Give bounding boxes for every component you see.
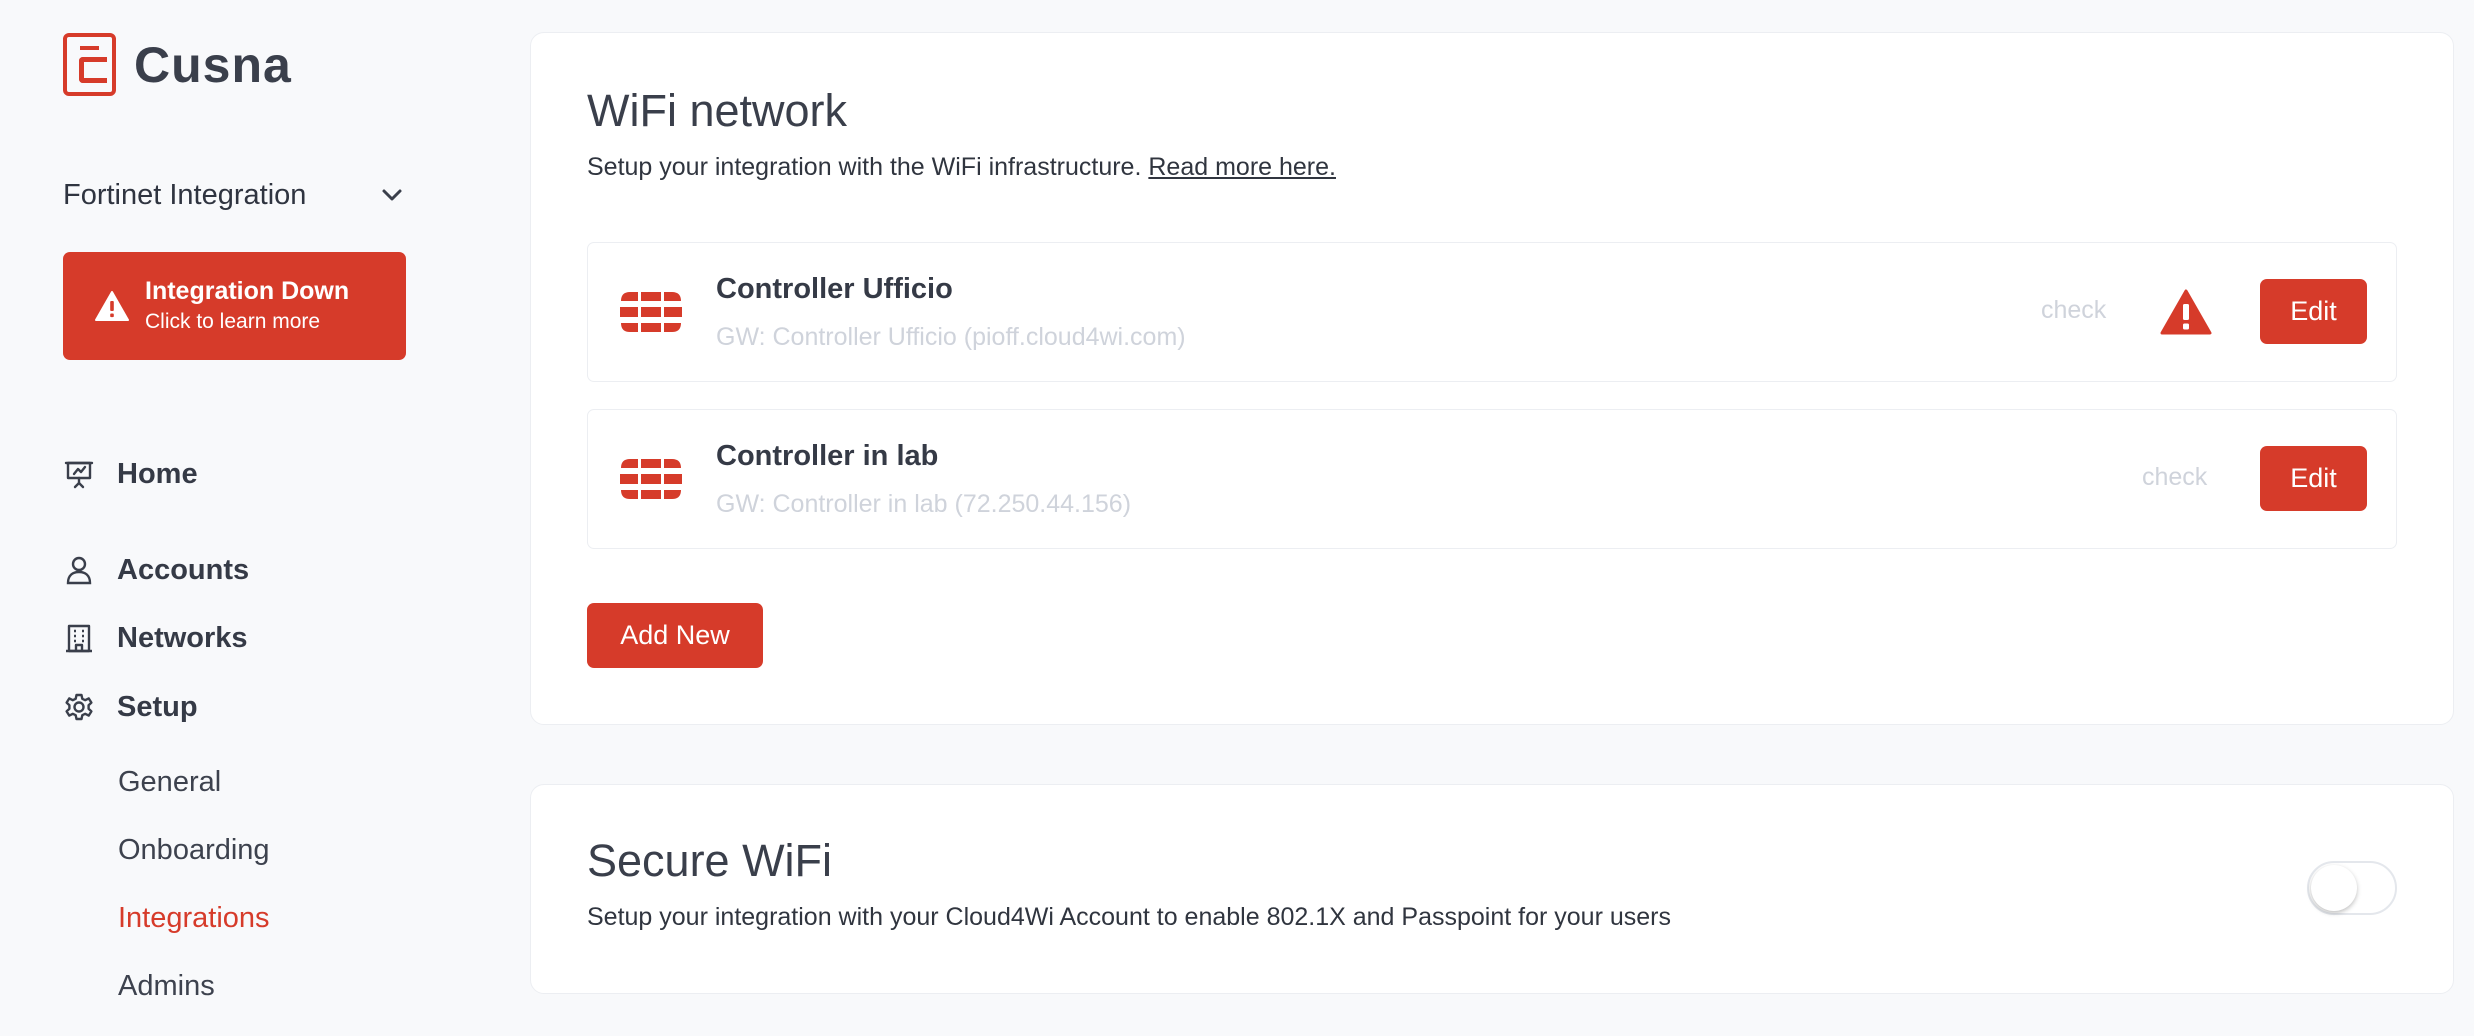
nav-item-accounts[interactable]: Accounts xyxy=(63,548,249,592)
check-link[interactable]: check xyxy=(2041,296,2106,325)
read-more-link[interactable]: Read more here. xyxy=(1148,153,1336,181)
integration-selector[interactable]: Fortinet Integration xyxy=(63,172,403,218)
building-icon xyxy=(63,622,95,654)
cusna-logo-icon xyxy=(63,33,116,96)
gear-icon xyxy=(63,691,95,723)
integration-down-alert[interactable]: Integration Down Click to learn more xyxy=(63,252,406,360)
wifi-card-description-text: Setup your integration with the WiFi inf… xyxy=(587,153,1142,181)
nav-item-home[interactable]: Home xyxy=(63,452,198,496)
controller-row: Controller Ufficio GW: Controller Uffici… xyxy=(587,242,2397,382)
user-icon xyxy=(63,554,95,586)
presentation-board-icon xyxy=(63,458,95,490)
edit-button[interactable]: Edit xyxy=(2260,279,2367,344)
sub-item-onboarding[interactable]: Onboarding xyxy=(118,830,270,870)
nav-label-accounts: Accounts xyxy=(117,553,250,586)
sub-item-admins[interactable]: Admins xyxy=(118,966,215,1006)
brand-logo[interactable]: Cusna xyxy=(63,33,292,96)
fortinet-logo-icon xyxy=(620,459,682,499)
nav-label-networks: Networks xyxy=(117,621,248,654)
wifi-card-title: WiFi network xyxy=(587,85,848,136)
warning-icon xyxy=(95,291,129,321)
secure-wifi-card: Secure WiFi Setup your integration with … xyxy=(530,784,2454,994)
wifi-network-card: WiFi network Setup your integration with… xyxy=(530,32,2454,725)
nav-item-setup[interactable]: Setup xyxy=(63,685,198,729)
secure-wifi-toggle[interactable] xyxy=(2307,861,2397,915)
warning-icon xyxy=(2160,289,2212,335)
nav-label-home: Home xyxy=(117,457,198,490)
brand-name: Cusna xyxy=(134,36,292,93)
check-link[interactable]: check xyxy=(2142,463,2207,492)
sub-item-integrations[interactable]: Integrations xyxy=(118,898,270,938)
chevron-down-icon xyxy=(381,188,403,202)
secure-card-description: Setup your integration with your Cloud4W… xyxy=(587,903,1671,931)
add-new-button[interactable]: Add New xyxy=(587,603,763,668)
toggle-knob xyxy=(2311,865,2357,911)
alert-title: Integration Down xyxy=(145,277,350,305)
nav-label-setup: Setup xyxy=(117,690,198,723)
alert-subtitle: Click to learn more xyxy=(145,310,321,333)
edit-button[interactable]: Edit xyxy=(2260,446,2367,511)
integration-selector-label: Fortinet Integration xyxy=(63,178,307,211)
controller-row: Controller in lab GW: Controller in lab … xyxy=(587,409,2397,549)
controller-name: Controller Ufficio xyxy=(716,273,953,305)
secure-card-title: Secure WiFi xyxy=(587,835,833,886)
wifi-card-description: Setup your integration with the WiFi inf… xyxy=(587,153,1336,182)
nav-item-networks[interactable]: Networks xyxy=(63,616,248,660)
sidebar: Cusna Fortinet Integration Integration D… xyxy=(0,0,500,1036)
controller-gateway: GW: Controller Ufficio (pioff.cloud4wi.c… xyxy=(716,323,1186,351)
controller-name: Controller in lab xyxy=(716,440,939,472)
fortinet-logo-icon xyxy=(620,292,682,332)
sub-item-general[interactable]: General xyxy=(118,762,221,802)
controller-gateway: GW: Controller in lab (72.250.44.156) xyxy=(716,490,1132,518)
